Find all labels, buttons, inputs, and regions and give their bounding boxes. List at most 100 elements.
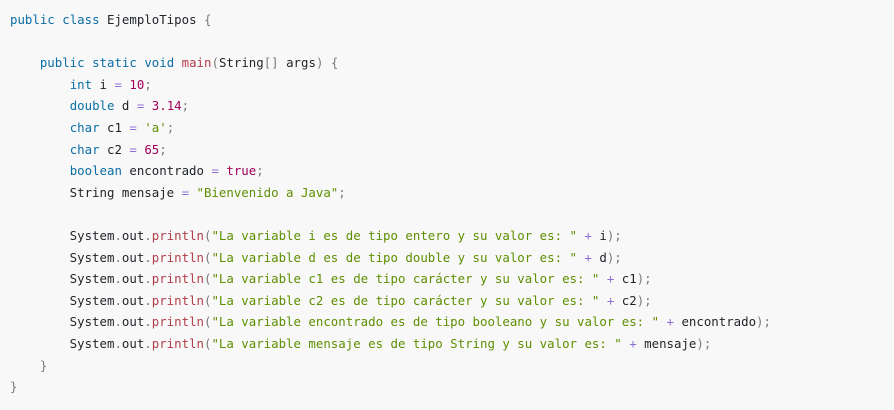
code-token: out [121,271,145,287]
code-line: boolean encontrado = true; [10,160,264,182]
code-token: ); [636,292,652,308]
code-token: public [39,55,85,71]
code-token: . [114,336,122,351]
code-line: char c1 = 'a'; [10,117,174,139]
code-token: ; [144,76,152,92]
code-token: String [218,55,264,71]
code-token: c2 [99,141,130,157]
code-token: ; [159,141,167,157]
code-line: } [10,355,47,377]
code-token: "La variable i es de tipo entero y su va… [211,228,577,243]
code-block: public class EjemploTipos { public stati… [0,0,894,410]
code-token: static [92,55,137,71]
code-token: 'a' [144,120,167,135]
code-token: System [10,228,115,243]
code-token: println [151,228,204,243]
code-token: + [584,249,592,265]
code-token: ; [181,98,190,114]
code-token: i [591,228,607,243]
code-token: 3.14 [151,98,182,114]
code-line: int i = 10; [10,74,152,96]
code-token: mensaje [636,336,697,351]
code-token: int [69,76,93,92]
code-token: { [203,12,212,27]
code-token: = [181,184,190,200]
code-token: out [121,292,145,308]
code-token: System [10,292,115,308]
code-token: boolean [69,163,122,179]
code-token: . [144,292,152,308]
code-token: . [144,314,152,330]
code-token: "La variable c1 es de tipo carácter y su… [211,271,600,287]
code-token: println [151,271,204,287]
code-token: encontrado [673,314,757,330]
code-token: class [62,12,100,27]
code-token: . [144,249,152,265]
code-token: true [226,163,257,179]
code-token: out [121,249,145,265]
code-token: . [114,249,122,265]
code-line: System.out.println("La variable c2 es de… [10,290,652,312]
code-token: EjemploTipos [99,12,204,27]
code-line: String mensaje = "Bienvenido a Java"; [10,182,346,204]
code-line: System.out.println("La variable mensaje … [10,333,712,355]
code-token: out [121,228,145,243]
code-token: out [121,314,145,330]
code-token: println [151,249,204,265]
code-line: System.out.println("La variable i es de … [10,225,622,247]
code-token: System [10,249,115,265]
code-token: String mensaje [10,184,182,200]
code-token: main [181,55,212,71]
code-token: System [10,271,115,287]
code-token: c1 [614,271,637,287]
code-token: . [144,336,152,351]
code-token: "Bienvenido a Java" [196,184,339,200]
code-token: { [330,55,339,71]
code-line: double d = 3.14; [10,95,189,117]
code-token: . [144,271,152,287]
code-token: + [584,228,592,243]
code-token: System [10,336,115,351]
code-line: char c2 = 65; [10,139,167,161]
code-token: = [129,141,137,157]
code-token: ); [756,314,771,330]
code-token: = [114,76,122,92]
code-token: "La variable d es de tipo double y su va… [211,249,577,265]
code-token: d [114,98,137,114]
code-token: "La variable mensaje es de tipo String y… [211,336,622,351]
code-token: ); [606,228,622,243]
code-token: + [666,314,674,330]
code-token: println [151,314,204,330]
code-token: + [629,336,637,351]
code-token: System [10,314,115,330]
code-token: } [39,357,48,373]
code-line: public static void main(String[] args) { [10,52,339,74]
code-token: . [114,314,122,330]
code-token: . [114,271,122,287]
code-token: ); [696,336,712,351]
code-token: char [69,120,100,135]
code-token: c1 [99,120,130,135]
code-token: = [211,163,219,179]
code-token: ; [256,163,264,179]
code-token: i [92,76,115,92]
code-token: [] [263,55,279,71]
code-token: double [69,98,115,114]
code-line: public class EjemploTipos { [10,9,211,31]
code-token: char [69,141,100,157]
code-token: void [144,55,175,71]
code-token: public [10,12,55,27]
code-token: args [278,55,316,71]
code-line: System.out.println("La variable d es de … [10,247,622,269]
code-token: "La variable encontrado es de tipo boole… [211,314,660,330]
